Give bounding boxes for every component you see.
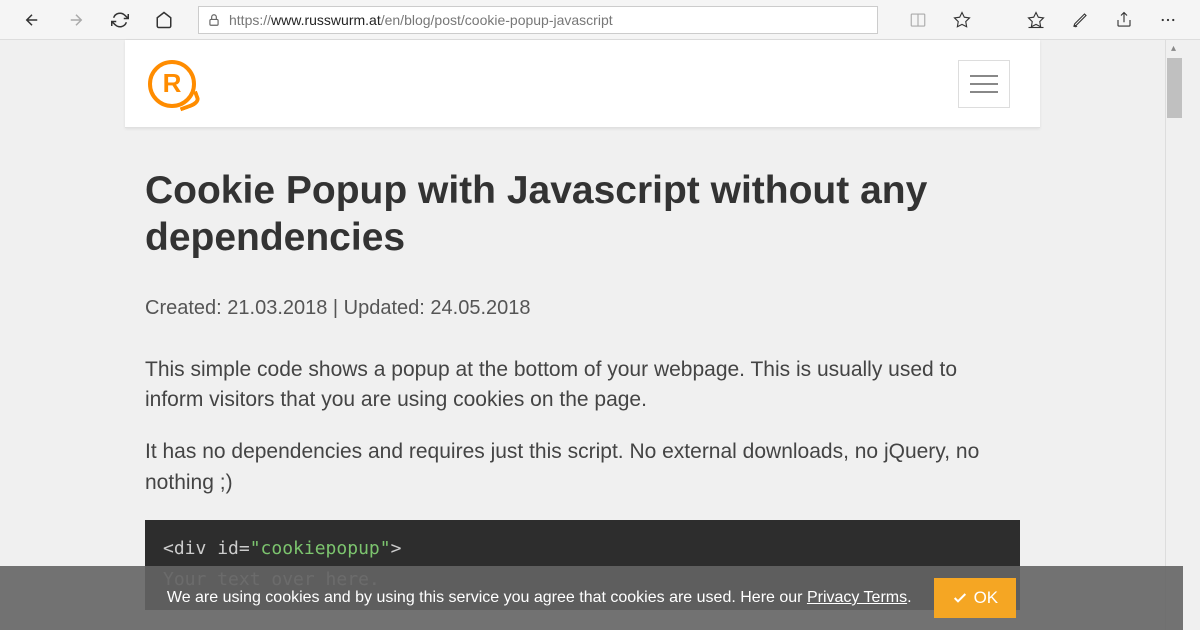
favorites-icon[interactable] (1014, 0, 1058, 40)
forward-button[interactable] (54, 0, 98, 40)
url-text: https://www.russwurm.at/en/blog/post/coo… (229, 12, 613, 28)
cookie-ok-button[interactable]: OK (934, 578, 1017, 618)
cookie-banner: We are using cookies and by using this s… (0, 566, 1183, 630)
back-button[interactable] (10, 0, 54, 40)
browser-toolbar: https://www.russwurm.at/en/blog/post/coo… (0, 0, 1200, 40)
article-title: Cookie Popup with Javascript without any… (145, 168, 1020, 262)
article-paragraph: This simple code shows a popup at the bo… (145, 355, 1020, 416)
scrollbar[interactable]: ▴ (1165, 40, 1182, 630)
cookie-text: We are using cookies and by using this s… (167, 589, 912, 607)
reading-view-icon[interactable] (896, 0, 940, 40)
hamburger-menu-button[interactable] (958, 60, 1010, 108)
share-icon[interactable] (1102, 0, 1146, 40)
article: Cookie Popup with Javascript without any… (0, 133, 1165, 610)
privacy-link[interactable]: Privacy Terms (807, 589, 907, 606)
home-button[interactable] (142, 0, 186, 40)
star-icon[interactable] (940, 0, 984, 40)
cookie-ok-label: OK (974, 588, 999, 608)
article-paragraph: It has no dependencies and requires just… (145, 437, 1020, 498)
scroll-up-arrow[interactable]: ▴ (1166, 40, 1181, 57)
notes-icon[interactable] (1058, 0, 1102, 40)
logo-letter: R (163, 68, 182, 99)
site-logo[interactable]: R (143, 55, 201, 113)
refresh-button[interactable] (98, 0, 142, 40)
page-content: R Cookie Popup with Javascript without a… (0, 40, 1165, 630)
address-bar[interactable]: https://www.russwurm.at/en/blog/post/coo… (198, 6, 878, 34)
site-header: R (125, 40, 1040, 128)
more-icon[interactable] (1146, 0, 1190, 40)
check-icon (952, 590, 968, 606)
lock-icon (207, 13, 221, 27)
scrollbar-thumb[interactable] (1167, 58, 1182, 118)
article-meta: Created: 21.03.2018 | Updated: 24.05.201… (145, 297, 1020, 320)
